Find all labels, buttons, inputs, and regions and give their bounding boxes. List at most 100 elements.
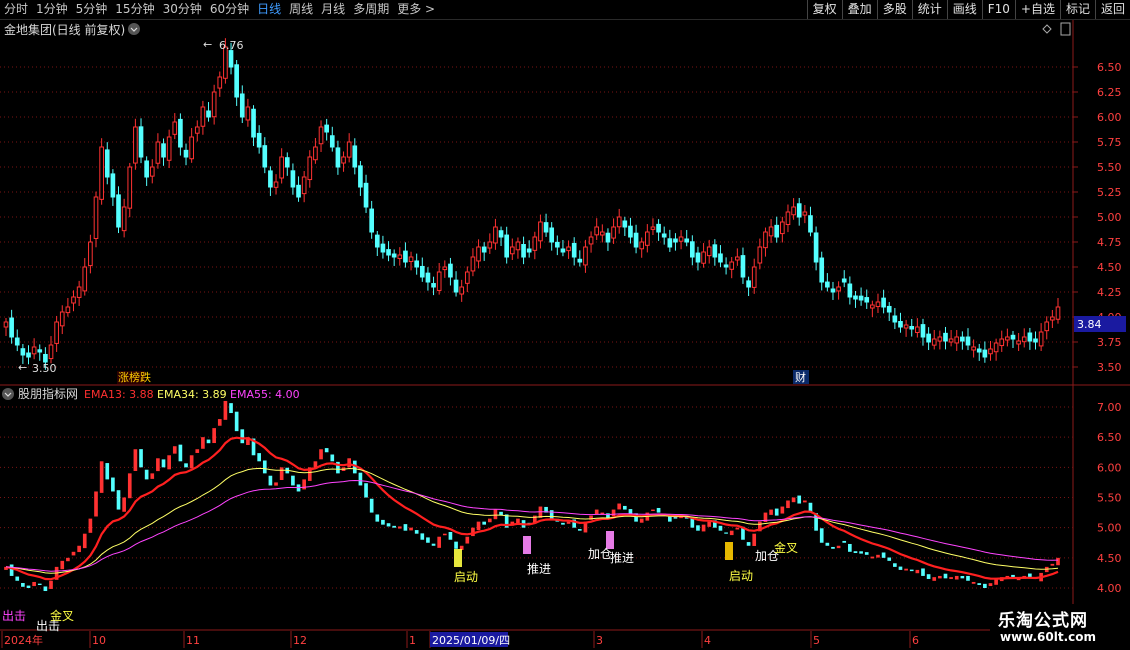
candle-body (515, 241, 521, 251)
x-axis-label: 2024年 (4, 633, 43, 647)
title-dropdown-icon[interactable] (128, 23, 140, 35)
indicator-bar (774, 508, 779, 516)
candle-body (633, 232, 639, 248)
candle-body (99, 146, 104, 200)
candle-body (729, 261, 735, 270)
candle-body (1027, 332, 1033, 342)
indicator-bar (735, 527, 740, 530)
candle-body (110, 173, 116, 198)
candle-body (290, 170, 296, 188)
candle-body (307, 156, 313, 181)
candle-body (448, 263, 453, 278)
indicator-name[interactable]: 股朋指标网 (18, 386, 78, 401)
candle-body (481, 246, 487, 253)
indicator-tick: 7.00 (1097, 401, 1122, 414)
candle-body (802, 211, 808, 216)
ema55-label: EMA55: 4.00 (230, 388, 300, 401)
candle-body (774, 224, 780, 238)
candle-body (116, 194, 121, 228)
candle-body (836, 286, 841, 292)
stock-chart[interactable]: 6.50 6.25 6.00 5.75 5.50 5.25 5.00 4.75 4.50 4.25… (0, 0, 1130, 650)
candle-body (870, 304, 875, 309)
candle-body (571, 242, 577, 258)
indicator-bar (746, 542, 751, 546)
candle-body (256, 132, 262, 148)
signal-start-1: 启动 (454, 570, 478, 584)
indicator-tick: 6.00 (1097, 461, 1122, 474)
candle-body (718, 253, 723, 263)
x-axis-label: 6 (912, 634, 919, 647)
indicator-bar (938, 575, 942, 579)
candle-body (476, 246, 481, 262)
candle-body (386, 249, 391, 256)
candle-body (780, 221, 785, 235)
candle-body (374, 234, 380, 248)
indicator-bar (274, 482, 278, 486)
candle-body (329, 135, 335, 148)
indicator-dropdown-icon[interactable] (2, 388, 14, 400)
candle-body (166, 136, 172, 161)
indicator-bar (426, 537, 430, 543)
candle-body (583, 246, 588, 266)
indicator-bar (167, 455, 171, 470)
indicator-tick: 4.50 (1097, 552, 1122, 565)
candle-body (380, 243, 386, 253)
diamond-icon[interactable] (1042, 24, 1052, 34)
x-axis-label: 10 (92, 634, 106, 647)
candle-body (960, 336, 965, 342)
indicator-bar (516, 518, 520, 524)
indicator-bar (701, 524, 706, 532)
indicator-bar (161, 459, 166, 468)
candle-body (723, 264, 729, 268)
candle-body (504, 234, 510, 258)
candle-body (217, 76, 223, 89)
candle-body (915, 326, 920, 333)
indicator-bar (921, 568, 925, 576)
candle-body (324, 124, 329, 133)
indicator-bar (364, 483, 368, 498)
main-chart-title: 金地集团(日线 前复权) (4, 22, 125, 37)
ema13-label: EMA13: 3.88 (84, 388, 154, 401)
indicator-bar (988, 583, 993, 587)
indicator-bar (549, 510, 554, 519)
signal-advance-2: 推进 (610, 551, 634, 565)
candle-body (1050, 316, 1055, 321)
indicator-bar (780, 506, 785, 514)
indicator-bar (786, 500, 790, 509)
candle-body (538, 221, 543, 242)
candle-body (228, 50, 234, 68)
indicator-bar (915, 569, 920, 574)
indicator-bar (420, 533, 425, 540)
indicator-bar (729, 530, 734, 536)
indicator-bar (949, 577, 953, 579)
indicator-bar (257, 453, 261, 462)
indicator-bar (752, 533, 757, 546)
candle-body (206, 110, 211, 118)
main-price-tick: 6.50 (1097, 61, 1122, 74)
candle-body (948, 338, 954, 343)
event-tag[interactable]: 涨榜跌 (118, 370, 151, 384)
candle-body (763, 231, 768, 249)
candle-body (594, 226, 600, 236)
indicator-bar (448, 531, 453, 540)
indicator-bar (724, 532, 728, 534)
indicator-bar (66, 557, 70, 562)
candle-body (104, 149, 110, 178)
candle-body (279, 156, 284, 179)
candle-body (37, 349, 43, 353)
indicator-bar (943, 573, 948, 579)
candle-body (487, 241, 493, 249)
finance-tag[interactable]: 财 (795, 370, 806, 384)
indicator-bar (881, 552, 886, 558)
indicator-bar (60, 560, 65, 570)
candle-body (1044, 321, 1050, 332)
indicator-bar (909, 569, 914, 572)
candle-body (791, 206, 796, 216)
indicator-bar (21, 582, 25, 587)
signal-attack-2: 出击 (36, 619, 60, 633)
candle-body (920, 324, 926, 338)
panel-toggle-icon[interactable] (1060, 22, 1071, 36)
indicator-bar (414, 530, 419, 534)
main-price-tick: 5.00 (1097, 211, 1122, 224)
indicator-bar (465, 536, 470, 544)
